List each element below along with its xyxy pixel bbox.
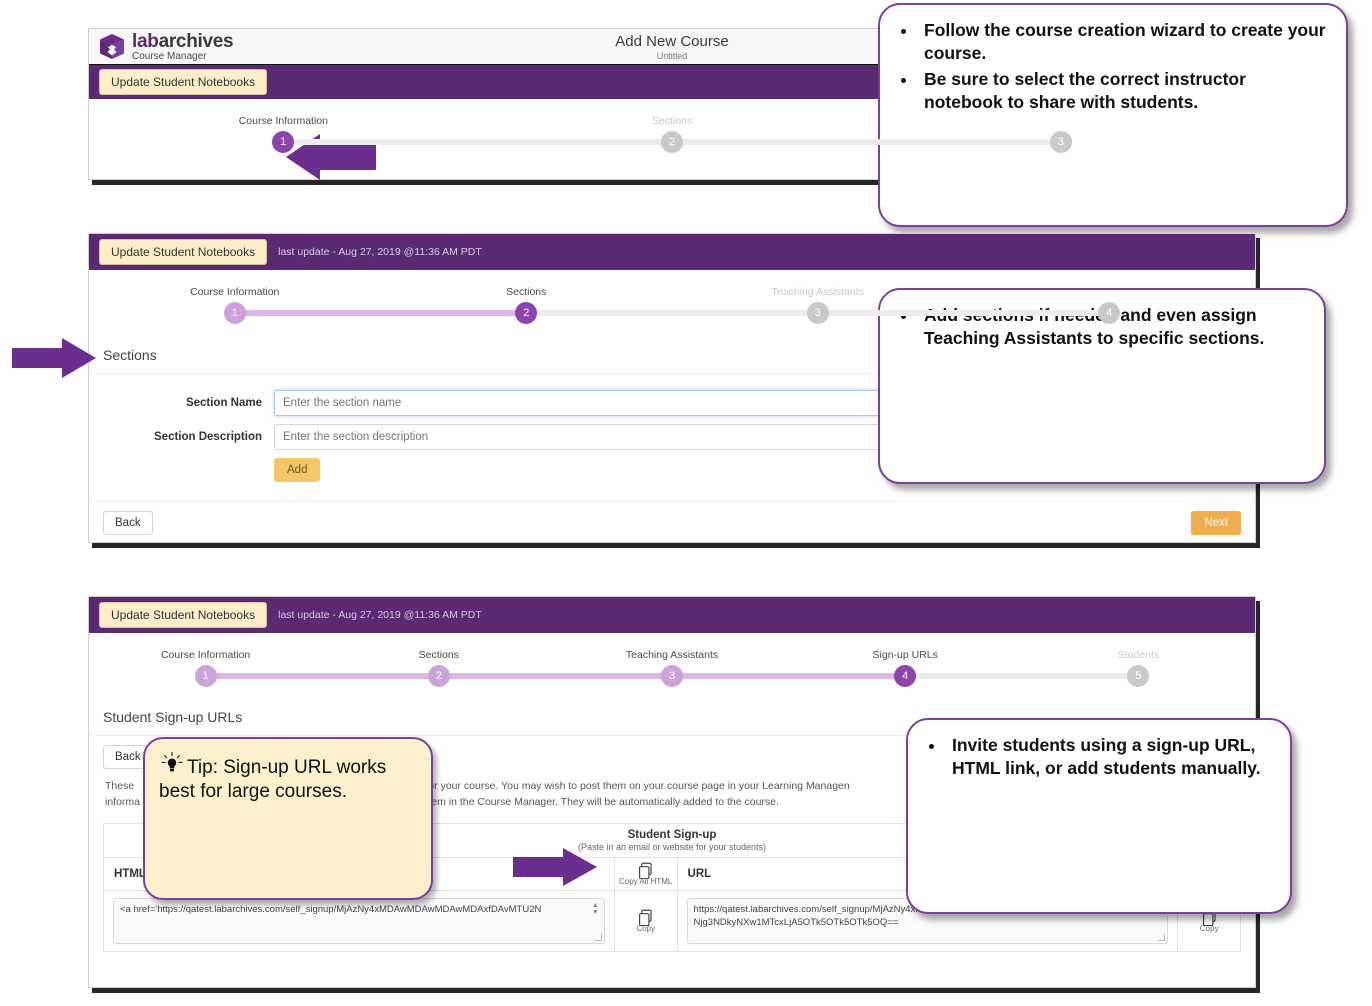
logo-subtitle: Course Manager [132,50,207,62]
desc-line1-start: These [105,780,135,792]
desc-line2-end: T add them in the Course Manager. They w… [392,795,779,808]
wizard-steps-3: Course Information 1 Sections 2 Teaching Ass… [89,649,1255,687]
wizard-step-number: 4 [894,665,917,687]
callout-item: Follow the course creation wizard to cre… [918,19,1328,66]
logo[interactable]: labarchives Course Manager [89,30,234,62]
wizard-step-label: Course Information [238,115,328,127]
back-button[interactable]: Back [103,511,153,535]
wizard-connector [817,310,1110,316]
wizard-step-2[interactable]: Sections 2 [478,115,1061,153]
pointer-arrow-sections [12,338,96,378]
callout-invite-students: Invite students using a sign-up URL, HTM… [906,718,1292,914]
section-description-label: Section Description [154,431,262,443]
wizard-step-5[interactable]: Students 5 [1022,649,1255,687]
copy-html-button[interactable]: Copy [613,889,678,952]
logo-archives-text: archives [158,30,234,52]
cube-logo-icon [100,34,124,59]
tip-text: Tip: Sign-up URL works best for large co… [159,757,387,803]
html-snippet-textarea[interactable]: <a href='https://qatest.labarchives.com/… [113,897,605,944]
wizard-step-3[interactable]: Teaching Assistants 3 [555,649,906,687]
wizard-step-number: 5 [1127,665,1150,687]
html-snippet-text: <a href='https://qatest.labarchives.com/… [120,903,542,915]
wizard-step-label: Sections [418,649,459,661]
wizard-step-number: 2 [661,131,683,153]
wizard-step-2[interactable]: Sections 2 [381,286,818,324]
wizard-step-label: Sign-up URLs [872,649,938,661]
wizard-step-label: Students [1117,649,1160,661]
last-update-text: last update - Aug 27, 2019 @11:36 AM PDT [278,609,482,621]
wizard-step-label: Course Information [160,649,251,661]
wizard-connector [205,673,439,679]
wizard-step-number: 1 [223,302,246,324]
copy-all-html-label: Copy All HTML [619,876,673,886]
toolbar-3: Update Student Notebooks last update - A… [89,597,1255,633]
next-button[interactable]: Next [1191,511,1241,535]
section-name-label: Section Name [185,397,262,409]
wizard-step-1[interactable]: Course Information 1 [89,286,527,324]
wizard-step-marker: 1 [89,302,527,324]
wizard-step-1[interactable]: Course Information 1 [89,649,439,687]
wizard-step-marker: 1 [89,131,672,153]
callout-course-wizard: Follow the course creation wizard to cre… [878,3,1348,227]
spinner-arrows-icon[interactable]: ▲ ▼ [590,902,601,917]
wizard-step-number: 1 [194,665,217,687]
wizard-step-number: 2 [427,665,450,687]
wizard-stepper-3: Course Information 1 Sections 2 Teaching Ass… [89,633,1255,699]
callout-list-3: Invite students using a sign-up URL, HTM… [918,734,1272,781]
wizard-step-1[interactable]: Course Information 1 [89,115,672,153]
wizard-connector [905,673,1139,679]
add-section-button[interactable]: Add [274,458,321,482]
copy-url-label: Copy [1199,923,1219,933]
wizard-connector [283,139,672,145]
update-student-notebooks-button[interactable]: Update Student Notebooks [99,239,268,265]
wizard-connector [438,673,672,679]
callout-item: Be sure to select the correct instructor… [918,68,1328,115]
pointer-arrow-student-signup [513,848,597,886]
wizard-connector [526,310,818,316]
callout-item: Invite students using a sign-up URL, HTM… [946,734,1272,781]
wizard-step-4[interactable]: Sign-up URLs 4 [789,649,1139,687]
copy-all-html-button[interactable]: Copy All HTML [613,856,678,891]
wizard-step-label: Sections [506,286,547,298]
callout-list-1: Follow the course creation wizard to cre… [890,19,1328,114]
last-update-text: last update - Aug 27, 2019 @11:36 AM PDT [278,246,482,258]
logo-lab-text: lab [132,30,159,52]
lightbulb-icon [161,752,183,772]
update-student-notebooks-button[interactable]: Update Student Notebooks [99,602,268,628]
wizard-step-label: Sections [651,115,693,127]
resize-grip-icon[interactable] [1158,933,1166,941]
wizard-step-marker: 1 [89,665,439,687]
wizard-step-number: 3 [661,665,683,687]
sections-footer: Back Next [89,500,1255,545]
resize-grip-icon[interactable] [594,933,602,941]
toolbar-2: Update Student Notebooks last update - A… [89,234,1255,270]
wizard-step-number: 2 [515,302,538,324]
update-student-notebooks-button[interactable]: Update Student Notebooks [99,69,268,95]
wizard-connector [672,673,906,679]
wizard-step-number: 3 [1049,131,1072,153]
wizard-step-number: 3 [806,302,829,324]
desc-line2-start: informa [105,795,141,808]
wizard-step-2[interactable]: Sections 2 [322,649,672,687]
desc-line1-end: otebook for your course. You may wish to… [385,780,850,792]
wizard-step-label: Teaching Assistants [625,649,719,661]
wizard-connector [234,310,527,316]
wizard-step-label: Course Information [190,286,280,298]
copy-html-label: Copy [636,923,656,933]
wizard-connector [672,139,1061,145]
tip-callout: Tip: Sign-up URL works best for large co… [143,737,433,900]
